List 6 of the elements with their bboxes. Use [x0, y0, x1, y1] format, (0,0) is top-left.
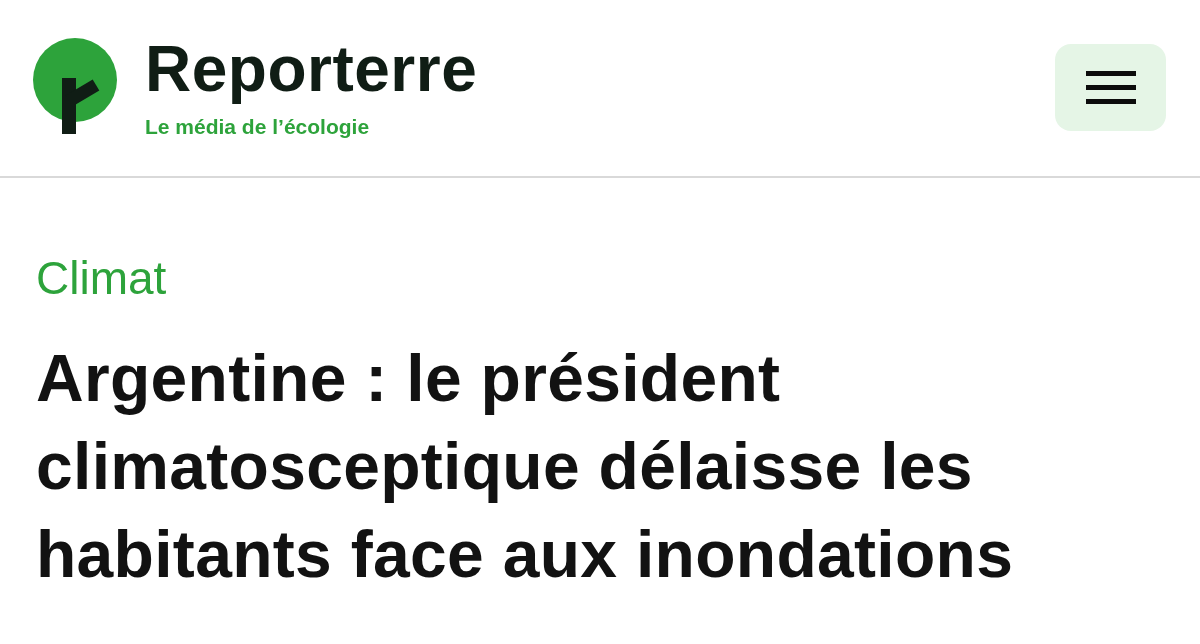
tree-logo-icon[interactable]: [33, 38, 117, 134]
site-tagline: Le média de l’écologie: [145, 114, 370, 140]
article-headline: Argentine : le président climatosceptique délaisse les habitants face aux inondations: [36, 340, 1015, 593]
site-name[interactable]: Reporterre: [145, 34, 478, 104]
menu-icon: [1085, 71, 1136, 104]
menu-button[interactable]: [1055, 44, 1166, 131]
